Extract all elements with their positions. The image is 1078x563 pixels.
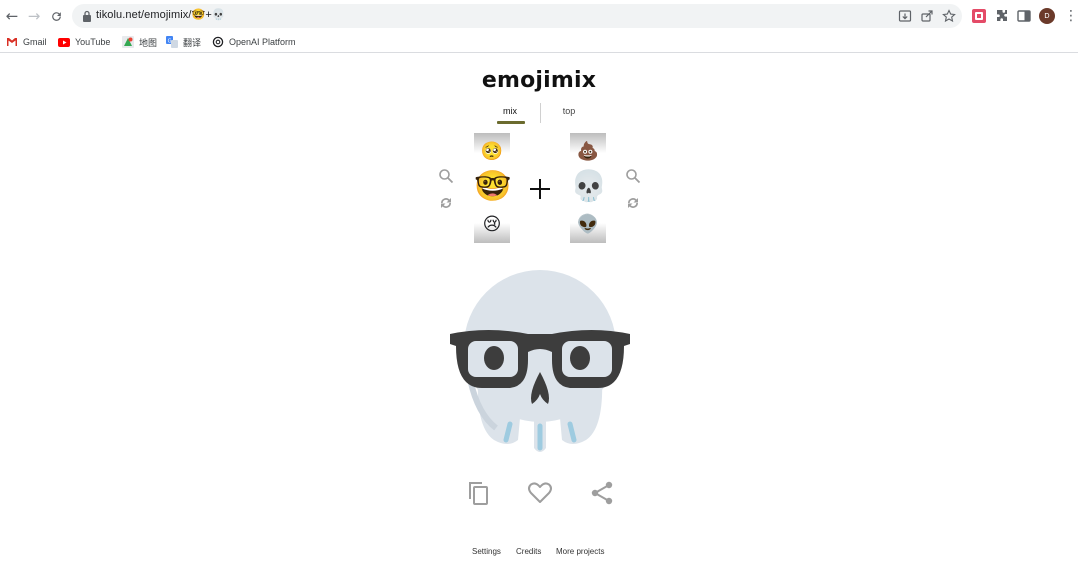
bookmark-star-icon[interactable] [942,9,956,23]
left-emoji-below[interactable]: 😢 [474,216,510,234]
right-emoji-selected[interactable]: 💀 [570,172,606,202]
left-emoji-picker[interactable]: 🥺 🤓 😢 [474,133,510,243]
install-app-icon[interactable] [898,9,912,23]
address-bar[interactable]: tikolu.net/emojimix/🤓+💀 [72,4,962,28]
tab-divider [540,103,541,123]
footer-settings-link[interactable]: Settings [472,547,501,556]
heart-icon[interactable] [527,480,553,506]
menu-icon[interactable]: ⋮ [1064,7,1078,25]
page-title: emojimix [481,68,597,93]
bookmark-maps[interactable]: 地图 [122,35,157,49]
bookmarks-bar: Gmail YouTube 地图 G 翻译 OpenAI Platform [0,32,1078,53]
plus-icon [530,179,550,199]
tab-mix[interactable]: mix [490,106,530,116]
browser-toolbar: ← → tikolu.net/emojimix/🤓+💀 D ⋮ [0,0,1078,32]
maps-icon [122,36,134,48]
bookmark-youtube[interactable]: YouTube [58,35,110,49]
left-emoji-selected[interactable]: 🤓 [474,172,510,202]
bookmark-label: YouTube [75,37,111,47]
copy-icon[interactable] [466,480,492,506]
bookmark-label: 翻译 [183,37,202,48]
youtube-icon [58,36,70,48]
search-icon[interactable] [438,168,454,184]
result-emoji-image[interactable] [448,268,632,458]
bookmark-translate[interactable]: G 翻译 [166,35,201,49]
share-page-icon[interactable] [920,9,934,23]
right-emoji-above[interactable]: 💩 [570,143,606,161]
share-icon[interactable] [589,480,615,506]
gmail-icon [6,36,18,48]
forward-button[interactable]: → [24,6,44,26]
url-text[interactable]: tikolu.net/emojimix/🤓+💀 [96,8,226,21]
active-tab-indicator [497,121,525,124]
left-emoji-above[interactable]: 🥺 [474,143,510,161]
tab-top[interactable]: top [549,106,589,116]
bookmark-label: Gmail [23,37,47,47]
puzzle-icon[interactable] [994,8,1010,24]
svg-text:G: G [168,38,172,44]
side-panel-icon[interactable] [1016,8,1032,24]
randomize-icon[interactable] [438,195,454,211]
bookmark-label: OpenAI Platform [229,37,296,47]
right-emoji-below[interactable]: 👽 [570,216,606,234]
extension-icon[interactable] [971,8,987,24]
avatar[interactable]: D [1039,8,1055,24]
lock-icon [83,10,91,22]
footer-more-projects-link[interactable]: More projects [556,547,604,556]
bookmark-gmail[interactable]: Gmail [6,35,47,49]
back-button[interactable]: ← [2,6,22,26]
bookmark-openai[interactable]: OpenAI Platform [212,35,296,49]
translate-icon: G [166,36,178,48]
right-emoji-picker[interactable]: 💩 💀 👽 [570,133,606,243]
search-icon[interactable] [625,168,641,184]
bookmark-label: 地图 [139,37,158,48]
reload-icon [51,11,61,21]
reload-button[interactable] [46,6,66,26]
openai-icon [212,36,224,48]
randomize-icon[interactable] [625,195,641,211]
footer-credits-link[interactable]: Credits [516,547,541,556]
